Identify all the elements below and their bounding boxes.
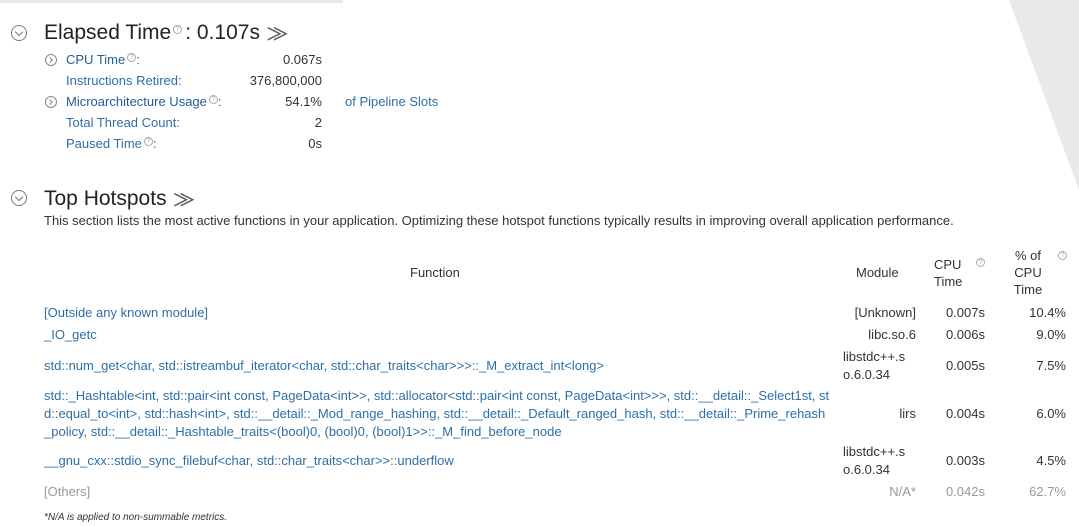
help-icon[interactable]: ?: [208, 94, 218, 104]
help-icon[interactable]: ?: [127, 52, 137, 62]
top-tab-strip: [0, 0, 343, 3]
table-row-cpu-time: 0.042s: [945, 484, 985, 499]
table-row-cpu-time: 0.003s: [945, 453, 985, 468]
column-header-cpu-time[interactable]: CPU Time: [934, 256, 970, 290]
expand-cpu-time-icon[interactable]: [45, 54, 57, 66]
terminal-prompt-icon[interactable]: ⨠: [267, 23, 288, 44]
table-row-cpu-time: 0.006s: [945, 327, 985, 342]
total-thread-count-value: 2: [314, 115, 322, 130]
collapse-elapsed-icon[interactable]: [11, 25, 27, 41]
table-row-pct: 10.4%: [1029, 305, 1066, 320]
footnote: *N/A is applied to non-summable metrics.: [44, 512, 228, 523]
table-row-pct: 62.7%: [1029, 484, 1066, 499]
table-row-module: libc.so.6: [868, 327, 916, 342]
table-row-cpu-time: 0.007s: [945, 305, 985, 320]
microarch-usage-value: 54.1%: [285, 94, 322, 109]
collapse-hotspots-icon[interactable]: [11, 190, 27, 206]
microarch-usage-label[interactable]: Microarchitecture Usage?:: [66, 94, 222, 109]
table-row-pct: 7.5%: [1036, 358, 1066, 373]
table-row-cpu-time: 0.005s: [945, 358, 985, 373]
table-row-pct: 4.5%: [1036, 453, 1066, 468]
instructions-retired-value: 376,800,000: [249, 73, 322, 88]
help-icon[interactable]: ?: [173, 25, 183, 34]
help-icon[interactable]: ?: [143, 136, 153, 146]
hotspots-description: This section lists the most active funct…: [44, 213, 954, 228]
elapsed-title: Elapsed Time: [44, 21, 172, 44]
terminal-prompt-icon[interactable]: ⨠: [174, 189, 195, 210]
table-row-function[interactable]: __gnu_cxx::stdio_sync_filebuf<char, std:…: [44, 452, 454, 470]
table-row-function[interactable]: [Outside any known module]: [44, 304, 208, 322]
table-row-module: libstdc++.so.6.0.34: [843, 444, 906, 477]
table-row-function: [Others]: [44, 484, 91, 499]
table-row-pct: 6.0%: [1036, 406, 1066, 421]
top-hotspots-heading: Top Hotspots ⨠: [44, 187, 195, 211]
table-row-module: N/A*: [889, 484, 916, 499]
hotspots-title: Top Hotspots: [44, 187, 167, 210]
expand-microarch-icon[interactable]: [45, 96, 57, 108]
table-row-module: lirs: [899, 406, 916, 421]
paused-time-value: 0s: [308, 136, 322, 151]
table-row-pct: 9.0%: [1036, 327, 1066, 342]
help-icon[interactable]: ?: [976, 258, 985, 267]
total-thread-count-label: Total Thread Count:: [66, 115, 180, 130]
column-header-module[interactable]: Module: [856, 265, 899, 280]
table-row-function[interactable]: _IO_getc: [44, 326, 97, 344]
instructions-retired-label: Instructions Retired:: [66, 73, 182, 88]
elapsed-value: 0.107s: [196, 21, 260, 44]
column-header-function[interactable]: Function: [410, 265, 460, 280]
cpu-time-value: 0.067s: [282, 52, 322, 67]
elapsed-time-heading: Elapsed Time?: 0.107s ⨠: [44, 21, 289, 44]
table-row-module: [Unknown]: [854, 305, 916, 320]
table-row-cpu-time: 0.004s: [945, 406, 985, 421]
table-row-module: libstdc++.so.6.0.34: [843, 349, 906, 382]
cpu-time-label[interactable]: CPU Time?:: [66, 52, 140, 67]
help-icon[interactable]: ?: [1058, 251, 1067, 260]
paused-time-label: Paused Time?:: [66, 136, 157, 151]
table-row-function[interactable]: std::_Hashtable<int, std::pair<int const…: [44, 387, 832, 441]
table-row-function[interactable]: std::num_get<char, std::istreambuf_itera…: [44, 357, 604, 375]
microarch-usage-unit: of Pipeline Slots: [345, 94, 439, 109]
corner-decoration: [1009, 0, 1079, 190]
column-header-pct-cpu-time[interactable]: % of CPU Time: [1008, 247, 1048, 298]
